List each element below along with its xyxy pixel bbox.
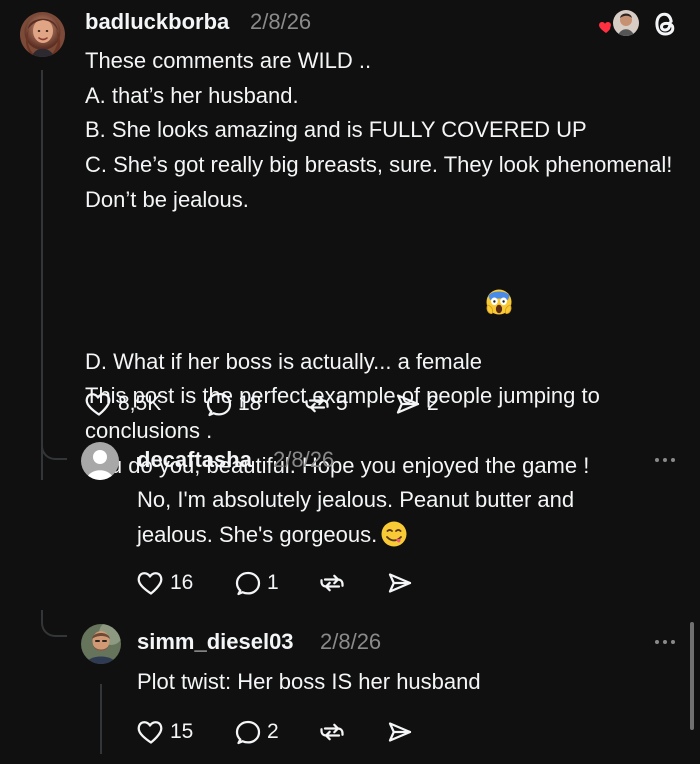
reply-1-like-button[interactable]: 16	[137, 567, 193, 599]
face-savoring-food-icon	[379, 519, 409, 549]
reply-1-more-icon[interactable]	[653, 450, 677, 470]
main-comment-line-2: A. that’s her husband.	[85, 82, 299, 108]
reply-1-line-1: No, I'm absolutely jealous. Peanut butte…	[137, 487, 575, 512]
avatar-decaftasha[interactable]	[81, 442, 119, 480]
heart-icon	[137, 569, 165, 597]
main-like-count: 8,5K	[118, 392, 162, 415]
main-comment-date: 2/8/26	[250, 9, 312, 34]
main-reply-count: 18	[238, 392, 262, 415]
reply-2-like-count: 15	[170, 720, 194, 743]
profile-photo-badluckborba	[20, 12, 65, 57]
default-profile-icon	[81, 442, 119, 480]
reply-connector-curve-1	[41, 440, 67, 460]
main-comment-actions: 8,5K 18 5 2	[85, 388, 445, 420]
vertical-scrollbar[interactable]	[690, 622, 694, 730]
reply-2-like-button[interactable]: 15	[137, 716, 193, 748]
face-screaming-in-fear-icon	[484, 218, 514, 315]
avatar-badluckborba[interactable]	[20, 12, 65, 57]
creator-avatar	[613, 10, 639, 36]
repost-icon	[303, 390, 331, 418]
repost-icon	[318, 569, 346, 597]
profile-photo-simm_diesel03	[81, 624, 121, 664]
threads-logo-icon[interactable]	[651, 9, 679, 39]
reply-2-username[interactable]: simm_diesel03	[137, 628, 294, 656]
reply-1-share-button[interactable]	[386, 567, 414, 599]
reply-2-more-icon[interactable]	[653, 632, 677, 652]
reply-2-actions: 15 2	[137, 716, 422, 748]
main-comment-line-1: These comments are WILD ..	[85, 48, 372, 73]
main-comment-line-3: B. She looks amazing and is FULLY COVERE…	[85, 117, 587, 143]
send-icon	[394, 390, 422, 418]
send-icon	[386, 569, 414, 597]
main-repost-button[interactable]: 5	[303, 388, 348, 420]
repost-icon	[318, 718, 346, 746]
main-comment-username[interactable]: badluckborba	[85, 8, 229, 36]
reply-2-reply-button[interactable]: 2	[234, 716, 279, 748]
reply-1-reply-button[interactable]: 1	[234, 567, 279, 599]
comment-bubble-icon	[205, 390, 233, 418]
main-comment-line-5: D. What if her boss is actually... a fem…	[85, 348, 482, 374]
reply-1-username[interactable]: decaftasha	[137, 446, 252, 474]
reply-2-repost-button[interactable]	[318, 716, 346, 748]
reply-2-date: 2/8/26	[320, 629, 382, 654]
reply-thread-line-2	[100, 684, 102, 754]
reply-2-reply-count: 2	[267, 720, 279, 743]
reply-1-line-2-wrapper: jealous. She's gorgeous.	[137, 518, 409, 553]
comment-bubble-icon	[234, 569, 262, 597]
reply-1-repost-button[interactable]	[318, 567, 346, 599]
reply-1-like-count: 16	[170, 571, 194, 594]
reply-connector-curve-2	[41, 610, 67, 637]
main-share-count: 2	[427, 392, 439, 415]
main-like-button[interactable]: 8,5K	[85, 388, 161, 420]
reply-2-share-button[interactable]	[386, 716, 414, 748]
main-comment-line-5-wrapper: D. What if her boss is actually... a fem…	[85, 218, 690, 380]
main-thread-line	[41, 70, 43, 480]
reply-2-line-1: Plot twist: Her boss IS her husband	[137, 669, 481, 694]
reply-1-actions: 16 1	[137, 567, 422, 599]
reply-1-reply-count: 1	[267, 571, 279, 594]
main-reply-button[interactable]: 18	[205, 388, 261, 420]
reply-1-line-2: jealous. She's gorgeous.	[137, 522, 378, 547]
main-repost-count: 5	[336, 392, 348, 415]
heart-icon	[598, 19, 614, 35]
comment-bubble-icon	[234, 718, 262, 746]
heart-icon	[137, 718, 165, 746]
main-share-button[interactable]: 2	[394, 388, 439, 420]
threads-comment-thread: badluckborba 2/8/26 These comments are W…	[0, 0, 700, 764]
heart-icon	[85, 390, 113, 418]
avatar-simm_diesel03[interactable]	[81, 624, 121, 664]
reply-1-date: 2/8/26	[273, 447, 335, 472]
send-icon	[386, 718, 414, 746]
liked-by-creator-indicator	[598, 10, 640, 40]
main-comment-line-4: C. She’s got really big breasts, sure. T…	[85, 152, 679, 212]
